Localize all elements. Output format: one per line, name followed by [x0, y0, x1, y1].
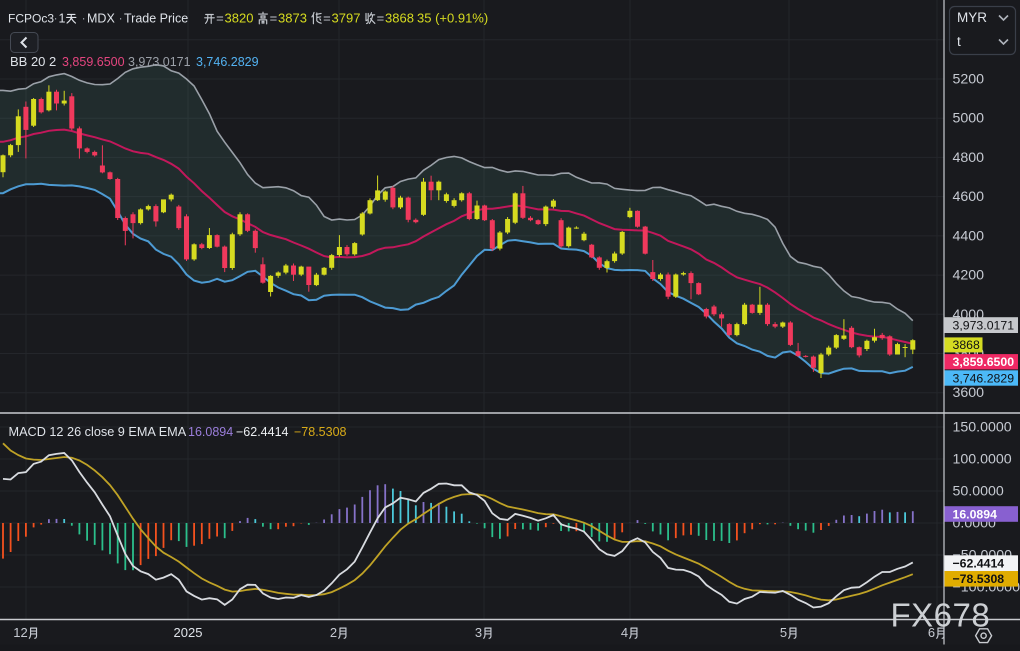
svg-text:5: 5	[780, 625, 787, 640]
svg-text:3873: 3873	[278, 11, 307, 26]
svg-text:2: 2	[330, 625, 337, 640]
svg-text:BB 20 2: BB 20 2	[10, 54, 56, 69]
svg-text:4800: 4800	[953, 150, 985, 166]
svg-text:50.0000: 50.0000	[953, 484, 1004, 500]
svg-text:−78.5308: −78.5308	[294, 425, 347, 439]
svg-text:3,746.2829: 3,746.2829	[953, 371, 1015, 385]
svg-text:MYR: MYR	[957, 10, 987, 25]
svg-text:·: ·	[54, 12, 58, 26]
svg-text:150.0000: 150.0000	[953, 420, 1012, 436]
svg-text:3,859.6500: 3,859.6500	[953, 355, 1015, 369]
svg-text:16.0894: 16.0894	[188, 425, 233, 439]
svg-text:MDX: MDX	[87, 12, 115, 26]
svg-text:Trade Price: Trade Price	[124, 12, 188, 26]
svg-text:3797: 3797	[332, 11, 361, 26]
svg-text:1: 1	[59, 12, 66, 26]
svg-text:=: =	[216, 11, 224, 26]
svg-text:3,973.0171: 3,973.0171	[953, 318, 1015, 332]
svg-text:5000: 5000	[953, 111, 985, 127]
svg-text:4600: 4600	[953, 189, 985, 205]
svg-text:FCPOc3: FCPOc3	[8, 12, 54, 26]
svg-text:3,973.0171: 3,973.0171	[128, 55, 191, 69]
svg-text:=: =	[377, 11, 385, 26]
svg-text:3868: 3868	[385, 11, 414, 26]
svg-text:t: t	[957, 34, 961, 49]
svg-text:MACD 12 26 close 9 EMA EMA: MACD 12 26 close 9 EMA EMA	[9, 425, 187, 439]
svg-text:4: 4	[621, 625, 628, 640]
svg-text:5200: 5200	[953, 72, 985, 88]
svg-text:4200: 4200	[953, 268, 985, 284]
svg-text:16.0894: 16.0894	[953, 507, 998, 521]
svg-text:·: ·	[82, 12, 86, 26]
svg-text:35 (+0.91%): 35 (+0.91%)	[417, 11, 488, 26]
svg-text:3: 3	[475, 625, 482, 640]
svg-text:12: 12	[13, 625, 27, 640]
svg-text:3,746.2829: 3,746.2829	[196, 55, 259, 69]
svg-text:−62.4414: −62.4414	[236, 425, 289, 439]
svg-text:·: ·	[119, 12, 123, 26]
svg-text:4400: 4400	[953, 228, 985, 244]
svg-text:FX678: FX678	[891, 597, 991, 634]
svg-text:3820: 3820	[225, 11, 254, 26]
svg-text:−78.5308: −78.5308	[953, 572, 1005, 586]
svg-text:100.0000: 100.0000	[953, 452, 1012, 468]
svg-text:=: =	[270, 11, 278, 26]
svg-text:3,859.6500: 3,859.6500	[62, 55, 125, 69]
svg-text:−62.4414: −62.4414	[953, 556, 1005, 570]
svg-text:=: =	[323, 11, 331, 26]
svg-text:2025: 2025	[174, 625, 203, 640]
svg-text:3600: 3600	[953, 385, 985, 401]
svg-text:3868: 3868	[953, 338, 981, 352]
